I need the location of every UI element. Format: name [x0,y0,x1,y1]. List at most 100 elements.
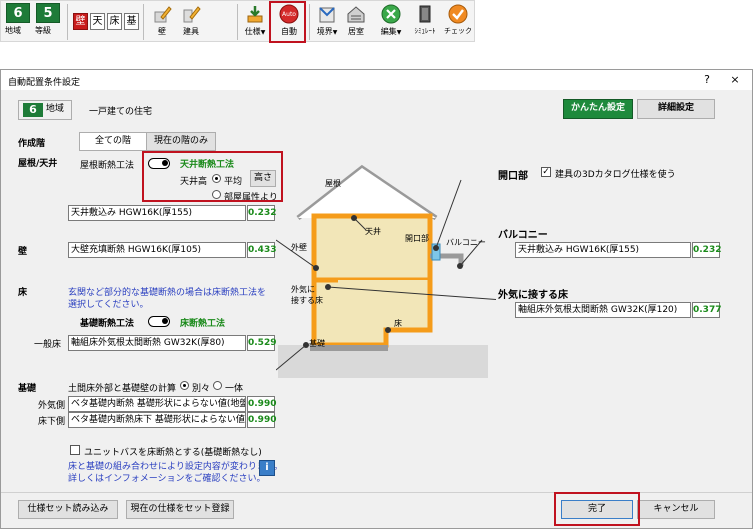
floors-heading: 作成階 [18,139,46,149]
under-side-label: 床下側 [38,417,66,427]
dialog-region-button[interactable]: 6 地域 [18,100,72,120]
info-icon[interactable]: i [259,460,275,476]
edit-button[interactable]: 編集▼ [376,3,406,41]
radio-separate[interactable] [180,381,189,390]
roof-value: 0.232 [247,205,276,221]
wall-tool-label: 壁 [158,27,166,36]
dialog-titlebar [1,70,752,90]
opening-3d-checkbox[interactable]: ✓ [541,167,551,177]
dialog-title: 自動配置条件設定 [8,78,81,88]
floor-heading: 床 [18,288,28,298]
grade-label: 等級 [35,26,51,35]
cancel-button[interactable]: キャンセル [637,500,715,519]
balcony-heading: バルコニー [498,230,548,241]
room-label: 居室 [348,27,364,36]
foundation-under-value: 0.990 [247,412,276,428]
balcony-material-field[interactable]: 天井敷込み HGW16K(厚155) [515,242,691,258]
simulate-label: ｼﾐｭﾚｰﾄ [414,27,436,35]
region-number: 6 [6,3,30,23]
main-toolbar: 6 地域 5 等級 壁 天 床 基 壁 建具 仕様▼ Auto 自動 境界▼ 居… [0,0,475,42]
outer-floor-heading: 外気に接する床 [498,290,568,301]
detail-setting-button[interactable]: 詳細設定 [637,99,715,119]
roof-heading: 屋根/天井 [18,159,58,169]
spec-download-icon [247,6,263,23]
fitting-pencil-icon [183,6,201,23]
load-spec-button[interactable]: 仕様セット読み込み [18,500,118,519]
diagram-outer-wall-label: 外壁 [291,243,307,252]
house-type-label: 一戸建ての住宅 [89,107,153,117]
tab-all-floors[interactable]: 全ての階 [79,132,147,151]
floor-method-value: 床断熱工法 [180,319,226,329]
boundary-button[interactable]: 境界▼ [313,3,341,41]
boundary-label: 境界 [316,27,333,36]
foundation-under-field[interactable]: ベタ基礎内断熱床下 基礎形状によらない値( [68,412,246,428]
room-button[interactable]: 居室 [344,3,368,41]
roof-material-field[interactable]: 天井敷込み HGW16K(厚155) [68,205,246,221]
tab-current-floor[interactable]: 現在の階のみ [146,132,216,151]
foundation-calc-label: 土間床外部と基礎壁の計算 [68,384,177,394]
close-button[interactable]: × [725,72,745,88]
outer-floor-material-field[interactable]: 軸組床外気根太間断熱 GW32K(厚120) [515,302,691,318]
fitting-tool-label: 建具 [183,27,199,36]
check-button[interactable]: チェック [441,3,475,41]
radio-together[interactable] [213,381,222,390]
option-together-label: 一体 [225,384,244,394]
grade-button[interactable]: 5 等級 [35,3,61,41]
wall-heading: 壁 [18,247,28,257]
attic-space [298,168,436,218]
wall-value: 0.433 [247,242,276,258]
region-label: 地域 [5,26,21,35]
grade-number: 5 [36,3,60,23]
spec-label: 仕様 [244,27,261,36]
diagram-foundation-label: 基礎 [309,339,325,348]
roof-method-highlight [142,151,283,202]
diagram-outer-floor-label-2: 接する床 [291,296,323,305]
outer-side-label: 外気側 [38,401,66,411]
diagram-roof-label: 屋根 [325,179,341,188]
edit-tools-icon [381,4,401,24]
unit-bath-checkbox[interactable] [70,445,80,455]
outer-floor-value: 0.377 [692,302,721,318]
spec-button[interactable]: 仕様▼ [241,3,269,41]
wall-tool-button[interactable]: 壁 [149,3,175,41]
fitting-tool-button[interactable]: 建具 [176,3,206,41]
diagram-floor-label: 床 [394,319,402,328]
auto-highlight [269,1,306,43]
general-floor-label: 一般床 [34,340,62,350]
foundation-outer-value: 0.990 [247,396,276,412]
easy-setting-button[interactable]: かんたん設定 [563,99,633,119]
unit-bath-label: ユニットバスを床断熱とする(基礎断熱なし) [84,448,262,458]
register-spec-button[interactable]: 現在の仕様をセット登録 [126,500,234,519]
dialog-region-label: 地域 [45,104,64,114]
floor-method-label: 基礎断熱工法 [80,319,135,329]
kanji-foundation-button[interactable]: 基 [124,13,139,30]
floor-material-field[interactable]: 軸組床外気根太間断熱 GW32K(厚80) [68,335,246,351]
wall-material-field[interactable]: 大壁充填断熱 HGW16K(厚105) [68,242,246,258]
opening-heading: 開口部 [498,171,528,182]
opening-check-label: 建具の3Dカタログ仕様を使う [555,170,676,180]
kanji-floor-button[interactable]: 床 [107,13,122,30]
wall-pencil-icon [154,6,172,23]
roof-method-label: 屋根断熱工法 [80,161,135,171]
simulate-door-icon [419,5,431,23]
diagram-balcony-label: バルコニー [446,238,486,247]
diagram-opening-label: 開口部 [405,234,429,243]
help-button[interactable]: ? [697,72,717,88]
foundation-outer-field[interactable]: ベタ基礎内断熱 基礎形状によらない値(地盤 [68,396,246,412]
foundation-heading: 基礎 [18,384,37,394]
region-button[interactable]: 6 地域 [5,3,31,41]
kanji-ceiling-button[interactable]: 天 [90,13,105,30]
floor-note-line2: 選択してください。 [68,300,149,310]
floor-value: 0.529 [247,335,276,351]
kanji-wall-button[interactable]: 壁 [73,13,88,30]
ok-highlight [554,492,640,526]
check-icon [448,4,468,24]
check-label: チェック [444,27,472,35]
simulate-button[interactable]: ｼﾐｭﾚｰﾄ [409,3,441,41]
floor-method-toggle[interactable] [148,316,170,327]
lower-floor-room [311,280,433,348]
edit-label: 編集 [380,27,397,36]
diagram-ceiling-label: 天井 [365,227,381,236]
dialog-region-number: 6 [23,102,43,117]
option-separate-label: 別々 [192,384,211,394]
